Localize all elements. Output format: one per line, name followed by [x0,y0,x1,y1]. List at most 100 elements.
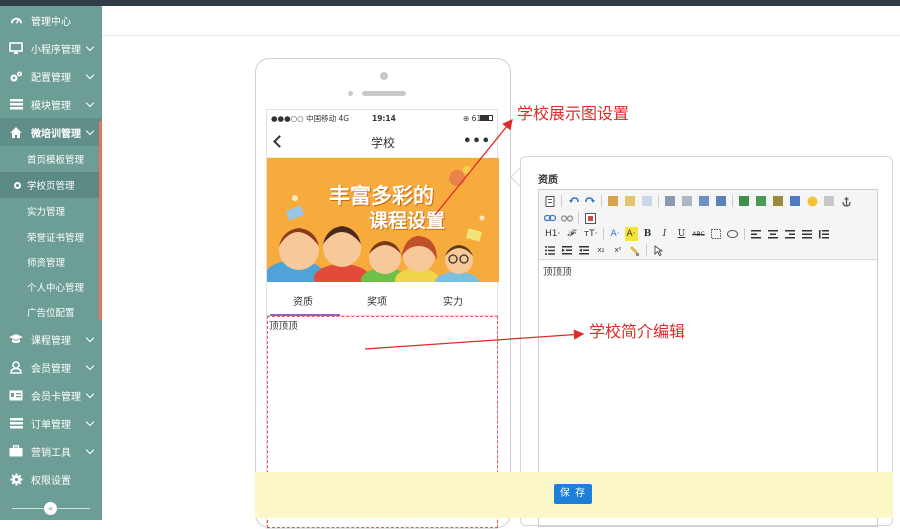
sidebar-collapse-button[interactable]: « [44,502,57,515]
sidebar-item-config[interactable]: 配置管理 [0,62,102,90]
table-icon[interactable] [788,194,802,208]
sidebar-item-members[interactable]: 会员管理 [0,353,102,381]
sidebar-subitem-ad-config[interactable]: 广告位配置 [0,299,102,325]
phone-screen: ●●●○○ 中国移动 4G 19:14 ⊕ 61% 学校 ••• 丰富多彩的 课… [266,109,499,529]
id-card-icon [9,388,23,402]
insert-image-icon[interactable] [714,194,728,208]
format-painter-icon[interactable] [628,243,642,257]
preview-icon[interactable] [680,194,694,208]
undo-icon[interactable] [566,194,580,208]
sidebar-item-marketing[interactable]: 营销工具 [0,437,102,465]
emoticon-icon[interactable] [805,194,819,208]
heading-dropdown[interactable]: H1· [543,227,562,241]
toolbar-row-1 [543,193,853,209]
tab-strength[interactable]: 实力 [443,293,463,308]
sidebar-item-label: 管理中心 [31,16,71,28]
sidebar-subitem-personal-center[interactable]: 个人中心管理 [0,274,102,300]
sidebar-item-dashboard[interactable]: 管理中心 [0,6,102,34]
font-family-dropdown[interactable]: 𝓕· [565,227,579,241]
sidebar-item-orders[interactable]: 订单管理 [0,409,102,437]
template-icon[interactable] [697,194,711,208]
intro-preview-text: 顶顶顶 [269,321,298,332]
phone-status-bar: ●●●○○ 中国移动 4G 19:14 ⊕ 61% [267,110,499,126]
sidebar-item-courses[interactable]: 课程管理 [0,325,102,353]
toolbar-row-3: H1· 𝓕· тT· A· A· B I U ABC [543,226,831,242]
annotation-intro-edit: 学校简介编辑 [589,322,686,341]
sidebar-subitem-faculty[interactable]: 师资管理 [0,249,102,275]
superscript-icon[interactable]: x² [611,243,625,257]
sidebar: 管理中心 小程序管理 配置管理 模块管理 微培训管理 首页模板管理 学校页管理 [0,6,102,520]
find-icon[interactable] [640,194,654,208]
sidebar-subitem-school-page[interactable]: 学校页管理 [0,172,102,198]
sidebar-subitem-label: 首页模板管理 [27,155,85,166]
clear-format-icon[interactable] [726,227,740,241]
bold-icon[interactable]: B [641,227,655,241]
chevron-down-icon [85,42,95,52]
sidebar-item-label: 微培训管理 [31,128,81,140]
fullscreen-icon[interactable] [583,211,597,225]
highlight-color-dropdown[interactable]: A· [624,227,638,241]
sidebar-subitem-home-template[interactable]: 首页模板管理 [0,146,102,172]
school-banner-image[interactable]: 丰富多彩的 课程设置 [267,158,499,282]
editor-toolbar: H1· 𝓕· тT· A· A· B I U ABC x₂ x² [539,190,877,260]
align-right-icon[interactable] [783,227,797,241]
font-color-dropdown[interactable]: A· [608,227,621,241]
anchor-icon[interactable] [839,194,853,208]
insert-row-icon[interactable] [737,194,751,208]
tab-awards[interactable]: 奖项 [367,293,387,308]
unordered-list-icon[interactable] [543,243,557,257]
tab-qualification[interactable]: 资质 [293,293,313,308]
source-icon[interactable] [543,194,557,208]
sidebar-item-label: 会员卡管理 [31,391,81,403]
horizontal-rule-icon[interactable] [771,194,785,208]
insert-column-icon[interactable] [754,194,768,208]
phone-speaker [362,91,406,96]
select-all-icon[interactable] [651,243,665,257]
sidebar-subitem-honor-certificates[interactable]: 荣誉证书管理 [0,224,102,250]
subscript-icon[interactable]: x₂ [594,243,608,257]
sidebar-subitem-label: 个人中心管理 [27,283,85,294]
list-icon [9,416,23,430]
more-icon[interactable]: ••• [463,134,491,149]
save-button[interactable]: 保 存 [554,484,592,504]
sidebar-item-label: 会员管理 [31,363,71,375]
italic-icon[interactable]: I [658,227,672,241]
unlink-icon[interactable] [560,211,574,225]
link-icon[interactable] [543,211,557,225]
strikethrough-icon[interactable]: ABC [692,227,706,241]
font-size-dropdown[interactable]: тT· [582,227,600,241]
toolbar-row-4: x₂ x² [543,242,665,258]
outdent-icon[interactable] [560,243,574,257]
paste-text-icon[interactable] [623,194,637,208]
sidebar-item-permissions[interactable]: 权限设置 [0,465,102,493]
justify-icon[interactable] [800,227,814,241]
toolbar-separator [646,244,647,256]
sidebar-item-label: 订单管理 [31,419,71,431]
sidebar-subitem-label: 荣誉证书管理 [27,233,85,244]
sidebar-item-member-cards[interactable]: 会员卡管理 [0,381,102,409]
page-break-icon[interactable] [822,194,836,208]
toolbar-separator [601,195,602,207]
sidebar-item-micro-training[interactable]: 微培训管理 [0,118,102,146]
cogs-icon [9,69,23,83]
sidebar-subitem-strength[interactable]: 实力管理 [0,198,102,224]
phone-tabs: 资质 奖项 实力 [267,282,499,316]
align-left-icon[interactable] [749,227,763,241]
gear-icon [9,472,23,486]
ordered-list-icon[interactable] [817,227,831,241]
briefcase-icon [9,444,23,458]
indent-icon[interactable] [577,243,591,257]
sidebar-item-modules[interactable]: 模块管理 [0,90,102,118]
print-icon[interactable] [663,194,677,208]
redo-icon[interactable] [583,194,597,208]
border-icon[interactable] [709,227,723,241]
align-center-icon[interactable] [766,227,780,241]
underline-icon[interactable]: U [675,227,689,241]
toolbar-row-2 [543,210,597,226]
sidebar-subitem-label: 实力管理 [27,207,66,218]
footer-bar: 保 存 [255,472,893,518]
carrier-text: ●●●○○ 中国移动 4G [271,113,350,123]
sidebar-item-miniprogram[interactable]: 小程序管理 [0,34,102,62]
paste-icon[interactable] [606,194,620,208]
toolbar-separator [658,195,659,207]
